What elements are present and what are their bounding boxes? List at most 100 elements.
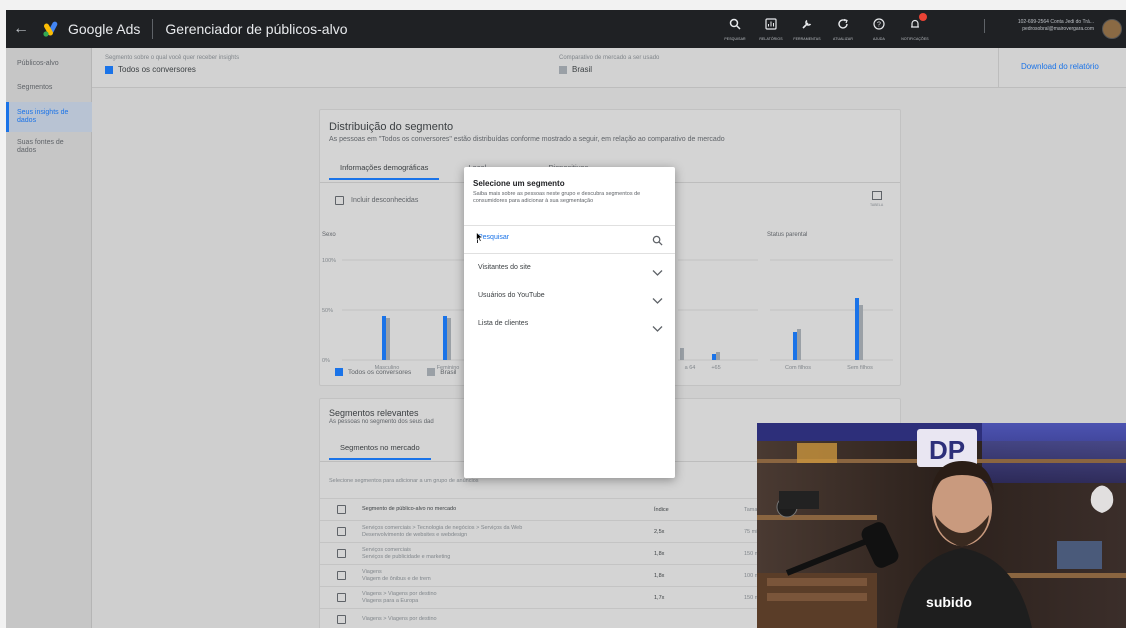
legend-label: Todos os conversores (348, 368, 412, 376)
row-index: 1,7x (654, 594, 665, 601)
row-checkbox[interactable] (337, 593, 346, 602)
wrench-icon (801, 17, 813, 33)
search-icon[interactable] (652, 233, 663, 251)
relevant-title: Segmentos relevantes (329, 408, 419, 418)
chevron-down-icon (652, 320, 663, 338)
row-checkbox[interactable] (337, 615, 346, 624)
help-button[interactable]: ? AJUDA (862, 10, 896, 48)
tool-label: ATUALIZAR (833, 37, 853, 41)
tab-in-market[interactable]: Segmentos no mercado (329, 437, 431, 460)
bar (859, 305, 863, 360)
bar (680, 348, 684, 360)
tool-label: RELATÓRIOS (759, 37, 783, 41)
chart-title-parental: Status parental (767, 232, 808, 238)
reports-button[interactable]: RELATÓRIOS (754, 10, 788, 48)
table-icon (871, 191, 882, 200)
row-checkbox[interactable] (337, 549, 346, 558)
segment-color-swatch (105, 65, 113, 74)
tools-button[interactable]: FERRAMENTAS (790, 10, 824, 48)
chevron-down-icon (652, 292, 663, 310)
sidebar-item-publicos[interactable]: Públicos-alvo (6, 60, 92, 68)
row-checkbox[interactable] (337, 527, 346, 536)
bar (447, 318, 451, 360)
divider (464, 253, 675, 254)
bar (382, 316, 386, 360)
webcam-image: DP subido (757, 423, 1126, 628)
include-unknown-label: Incluir desconhecidas (351, 197, 419, 204)
bar (712, 354, 716, 360)
notification-badge (919, 13, 927, 21)
toolbar: PESQUISAR RELATÓRIOS FERRAMENTAS ATUALIZ… (718, 10, 934, 48)
segment-caption: Segmento sobre o qual você quer receber … (105, 55, 240, 61)
benchmark-value: Brasil (572, 65, 593, 74)
chevron-down-icon (652, 264, 663, 282)
search-icon (729, 17, 741, 33)
download-report-link[interactable]: Download do relatório (1021, 62, 1099, 71)
bar (716, 352, 720, 360)
divider (152, 19, 154, 39)
bar (386, 318, 390, 360)
search-input[interactable]: Pesquisar (464, 225, 675, 253)
dialog-description: Saiba mais sobre as pessoas neste grupo … (473, 191, 641, 204)
segment-group-customer-list[interactable]: Lista de clientes (464, 313, 675, 337)
top-bar: ← Google Ads Gerenciador de públicos-alv… (6, 10, 1126, 48)
benchmark-color-swatch (559, 65, 567, 74)
sidebar-item-fontes[interactable]: Suas fontes de dados (6, 139, 92, 155)
segment-group-site-visitors[interactable]: Visitantes do site (464, 257, 675, 281)
avatar[interactable] (1102, 19, 1122, 39)
notifications-button[interactable]: NOTIFICAÇÕES (898, 10, 932, 48)
row-path: Viagens (362, 568, 382, 575)
table-view-button[interactable]: TABELA (870, 191, 883, 207)
svg-text:?: ? (877, 22, 881, 29)
benchmark-selector[interactable]: Comparativo de mercado a ser usado Brasi… (559, 55, 659, 74)
tab-demographics[interactable]: Informações demográficas (329, 157, 440, 180)
arrow-left-icon[interactable]: ← (6, 20, 36, 38)
refresh-button[interactable]: ATUALIZAR (826, 10, 860, 48)
reports-icon (765, 17, 777, 33)
account-id: 102-699-2564 Conta Jedi do Trá... (1017, 19, 1094, 25)
tool-label: FERRAMENTAS (793, 37, 821, 41)
page-title: Gerenciador de públicos-alvo (165, 21, 348, 37)
google-ads-logo (42, 20, 60, 38)
bar (793, 332, 797, 360)
segment-group-label: Visitantes do site (478, 264, 531, 271)
table-label: TABELA (870, 203, 884, 207)
sidebar-item-insights[interactable]: Seus insights de dados (6, 102, 92, 132)
distribution-subtitle: As pessoas em "Todos os conversores" est… (329, 136, 725, 143)
column-header-index[interactable]: Índice (654, 507, 669, 513)
row-name: Viagens para a Europa (362, 597, 419, 604)
account-email: pedrosobral@mairovergara.com (1022, 26, 1094, 32)
legend-swatch (427, 368, 436, 376)
row-checkbox[interactable] (337, 571, 346, 580)
relevant-note: Selecione segmentos para adicionar a um … (329, 478, 479, 484)
row-index: 1,8x (654, 550, 665, 557)
column-header-name[interactable]: Segmento de público-alvo no mercado (362, 506, 456, 513)
checkbox[interactable] (335, 196, 344, 205)
include-unknown-checkbox[interactable]: Incluir desconhecidas (335, 196, 418, 205)
legend-label: Brasil (440, 368, 457, 376)
row-index: 2,5x (654, 528, 665, 535)
row-path: Viagens > Viagens por destino (362, 616, 437, 622)
sidebar-item-segmentos[interactable]: Segmentos (6, 84, 92, 92)
row-name: Desenvolvimento de websites e webdesign (362, 531, 468, 538)
x-tick-label: Sem filhos (847, 365, 873, 371)
benchmark-caption: Comparativo de mercado a ser usado (559, 55, 660, 61)
row-index: 1,8x (654, 572, 665, 579)
row-path: Serviços comerciais > Tecnologia de negó… (362, 524, 523, 531)
segment-group-youtube-users[interactable]: Usuários do YouTube (464, 285, 675, 309)
brand-name: Google Ads (68, 21, 141, 37)
search-button[interactable]: PESQUISAR (718, 10, 752, 48)
chart-legend: Todos os conversores Brasil (335, 368, 457, 376)
gender-chart: 0%50%100%Masculino Feminino (322, 258, 470, 371)
select-all-checkbox[interactable] (337, 505, 346, 514)
account-info[interactable]: 102-699-2564 Conta Jedi do Trá... pedros… (984, 19, 1094, 33)
select-segment-dialog: Selecione um segmento Saiba mais sobre a… (464, 167, 675, 478)
refresh-icon (837, 17, 849, 33)
bar (797, 329, 801, 360)
bell-icon (909, 13, 927, 33)
segment-selector[interactable]: Segmento sobre o qual você quer receber … (105, 55, 239, 74)
segment-group-label: Usuários do YouTube (478, 292, 545, 299)
divider (998, 48, 999, 88)
chart-title-sexo: Sexo (322, 232, 336, 238)
bar (443, 316, 447, 360)
